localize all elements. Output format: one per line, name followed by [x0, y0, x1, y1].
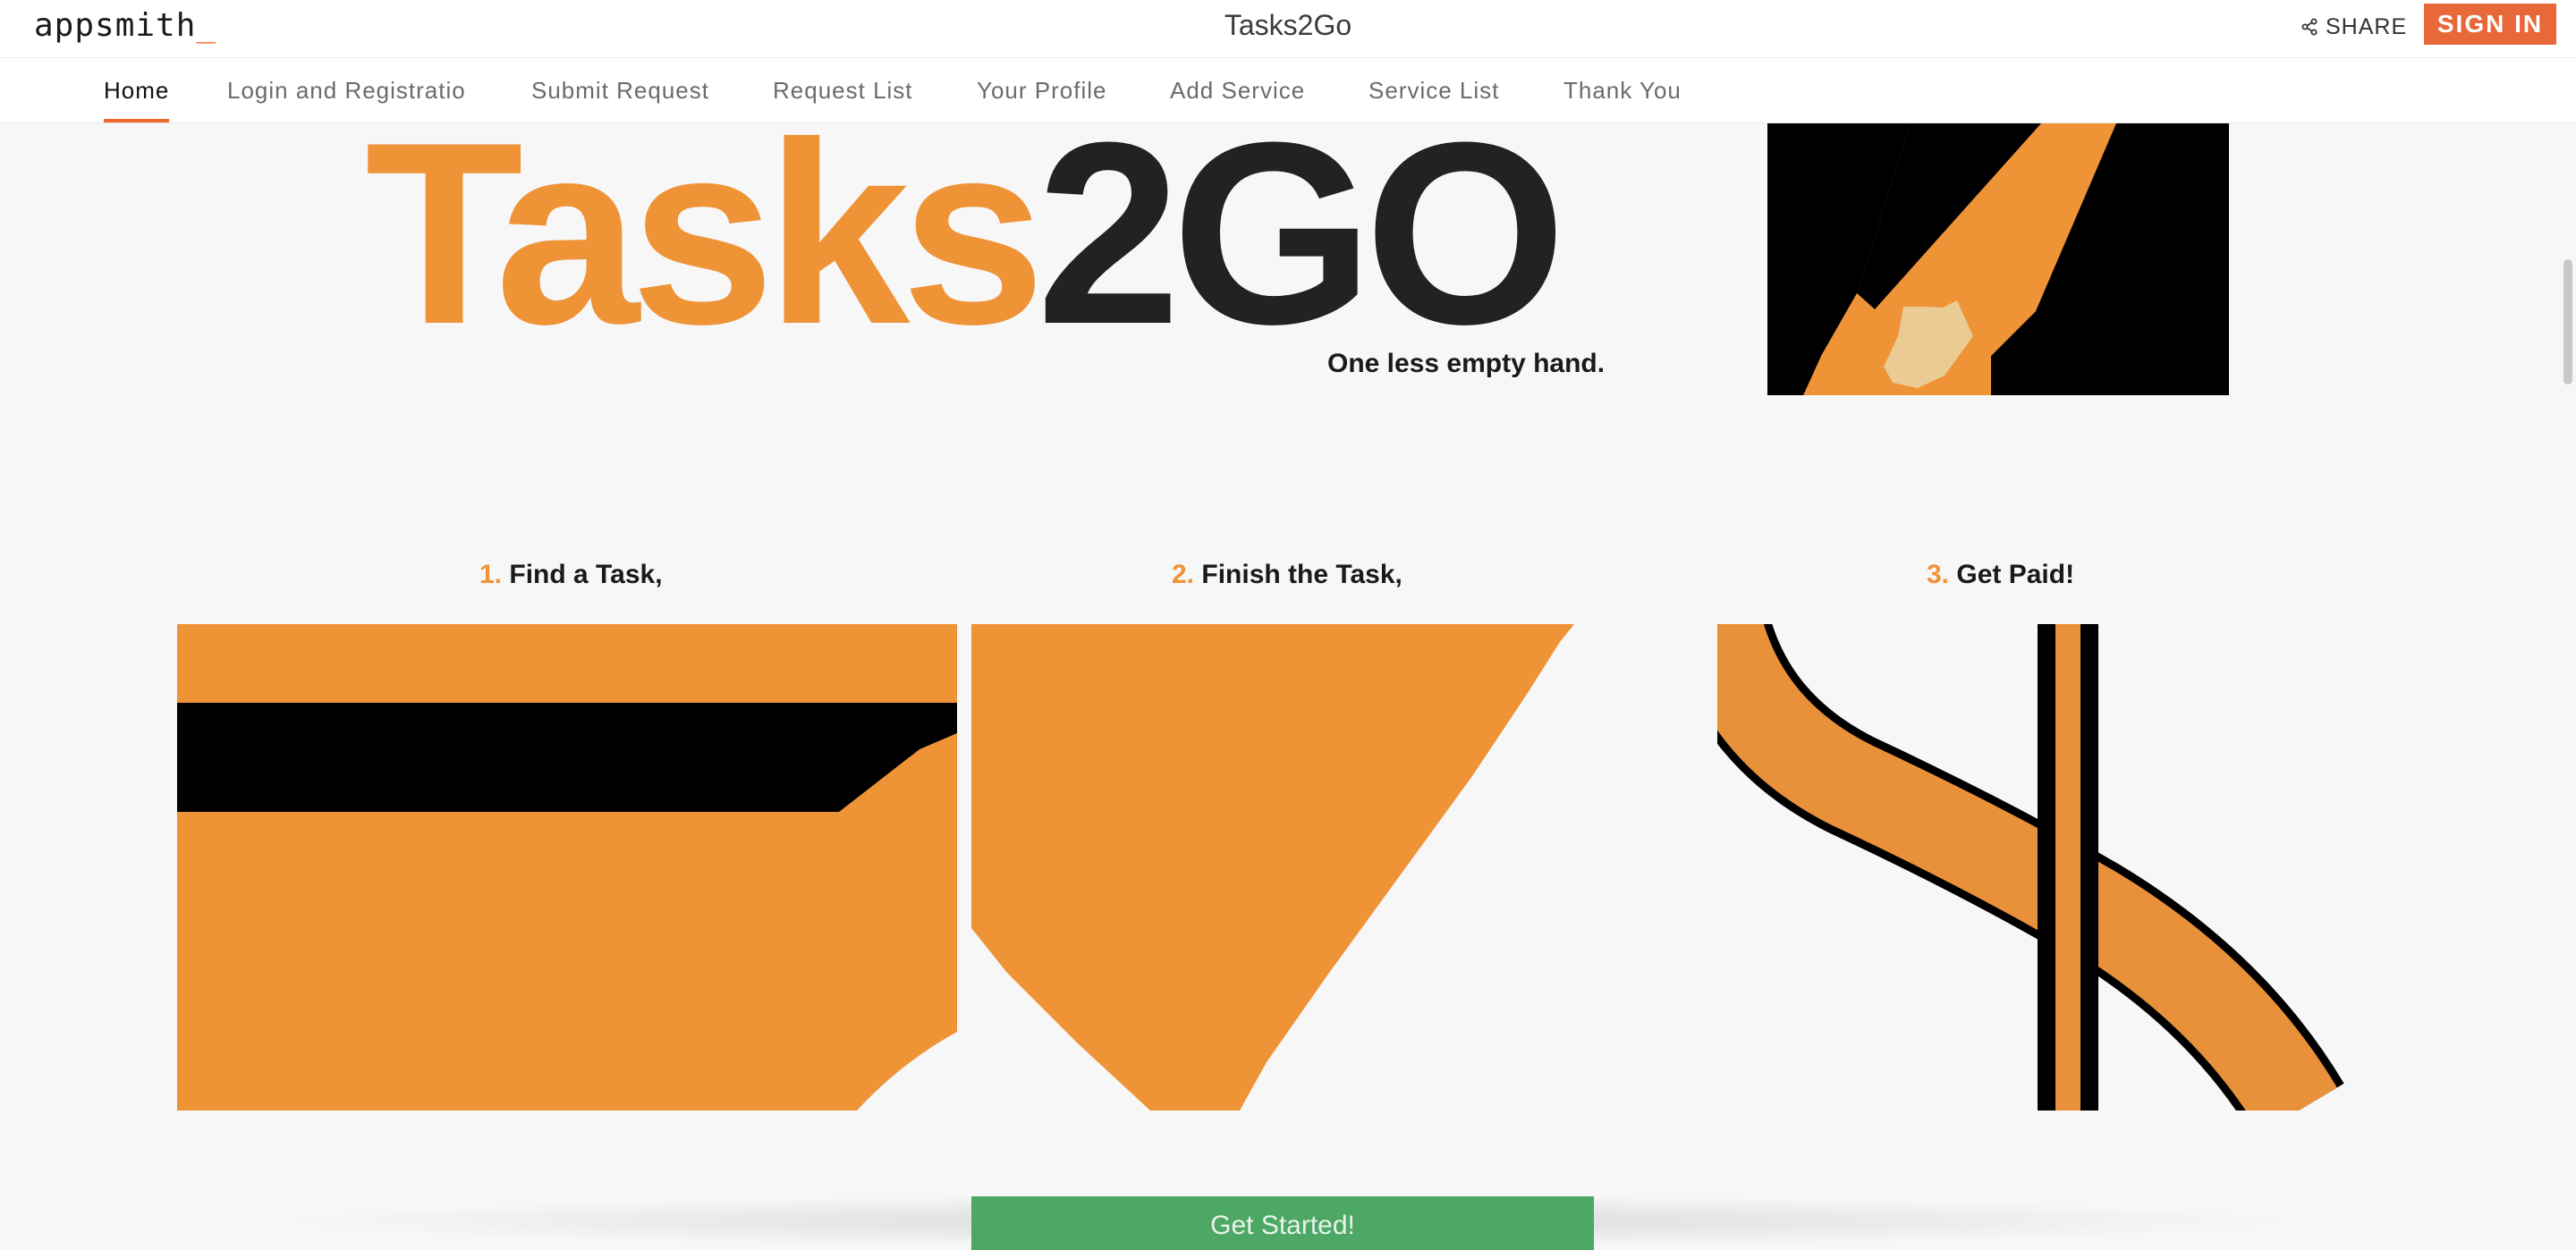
get-started-button[interactable]: Get Started! [971, 1196, 1594, 1250]
get-paid-image [1717, 624, 2388, 1111]
page-canvas: Tasks2GO One less empty hand. 1. Find a … [0, 104, 2576, 1230]
step-2-title: 2. Finish the Task, [1172, 560, 1402, 590]
step-3-title: 3. Get Paid! [1927, 560, 2074, 590]
step-3-number: 3. [1927, 560, 1950, 589]
step-2-number: 2. [1172, 560, 1195, 589]
share-button[interactable]: SHARE [2301, 11, 2407, 43]
hero-title: Tasks2GO [365, 104, 1566, 363]
step-1-number: 1. [479, 560, 503, 589]
logo-cursor: _ [196, 7, 217, 44]
top-bar: appsmith_ Tasks2Go SHARE SIGN IN [0, 0, 2576, 58]
step-3-text: Get Paid! [1956, 560, 2075, 589]
step-2-text: Finish the Task, [1201, 560, 1402, 589]
finish-task-image [971, 624, 1574, 1111]
hero-title-tasks: Tasks [365, 89, 1046, 378]
pencil-image [1767, 123, 2229, 395]
share-label: SHARE [2326, 13, 2408, 39]
logo-text: appsmith [34, 7, 197, 44]
share-icon [2301, 18, 2318, 36]
tab-thank-you[interactable]: Thank You [1563, 58, 1682, 122]
find-task-image [177, 624, 957, 1111]
step-1-title: 1. Find a Task, [479, 560, 663, 590]
hero-title-2go: 2GO [1036, 89, 1566, 378]
tagline: One less empty hand. [1327, 349, 1606, 378]
sign-in-button[interactable]: SIGN IN [2424, 4, 2556, 45]
page-scrollbar[interactable] [2563, 259, 2572, 384]
appsmith-logo[interactable]: appsmith_ [34, 7, 216, 44]
app-title: Tasks2Go [1224, 9, 1352, 41]
tab-home[interactable]: Home [104, 58, 170, 122]
step-1-text: Find a Task, [509, 560, 663, 589]
